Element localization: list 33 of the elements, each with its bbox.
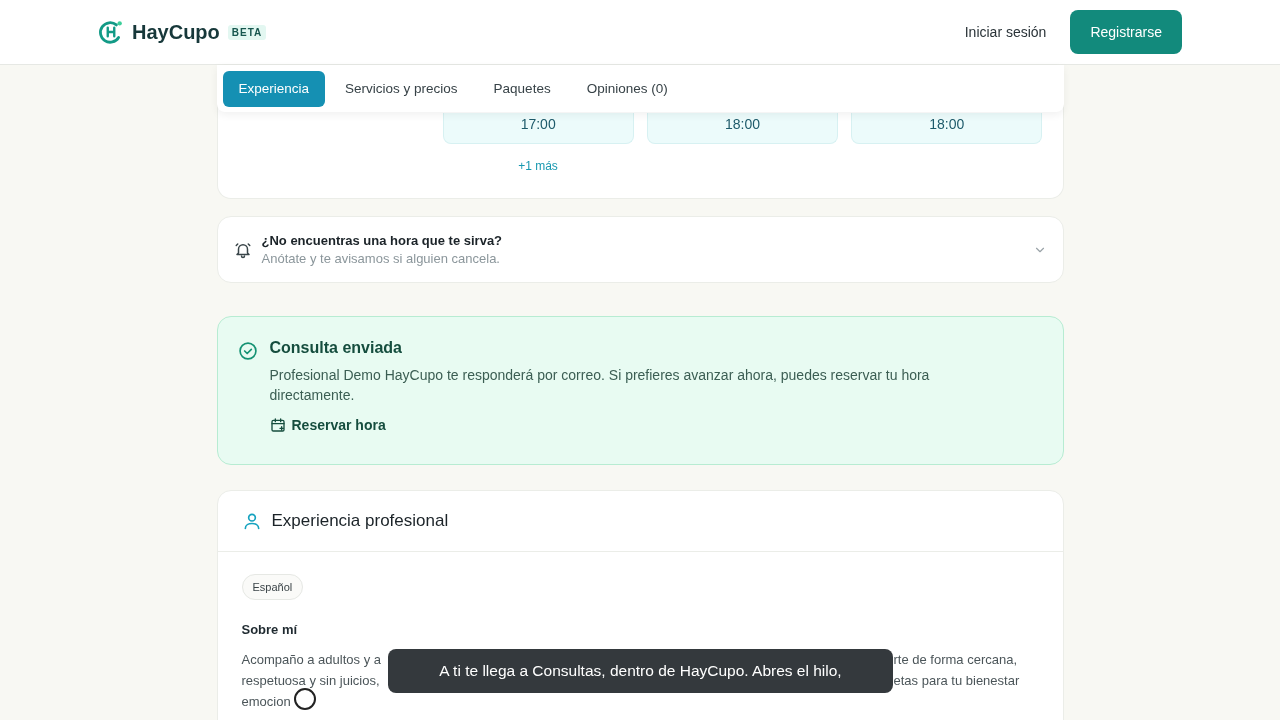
about-text: etas para tu bienestar — [893, 672, 1020, 690]
register-button[interactable]: Registrarse — [1070, 10, 1182, 54]
waitlist-title: ¿No encuentras una hora que te sirva? — [261, 233, 504, 248]
about-text: Acompaño a adultos y a — [241, 651, 381, 669]
check-circle-icon — [237, 341, 258, 361]
reserve-link[interactable]: Reservar hora — [269, 417, 386, 433]
about-heading: Sobre mí — [241, 622, 299, 637]
user-icon — [241, 511, 262, 531]
about-text: emocion — [241, 693, 291, 711]
bell-icon — [233, 240, 252, 259]
calendar-icon — [269, 417, 286, 433]
logo-text[interactable]: HayCupo — [132, 20, 220, 44]
about-text: rte de forma cercana, — [893, 651, 1018, 669]
notice-message: Profesional Demo HayCupo te responderá por correo. Si prefieres avanzar ahora, puedes reservar tu hora directamente. — [269, 366, 931, 405]
about-text: respetuosa y sin juicios, — [241, 672, 380, 690]
cursor-icon — [294, 688, 316, 710]
language-tag: Español — [241, 574, 304, 600]
time-slot-button[interactable]: 17:00 — [442, 113, 634, 144]
video-caption: A ti te llega a Consultas, dentro de HayCupo. Abres el hilo, — [388, 649, 893, 693]
tab[interactable]: Opiniones (0) — [570, 70, 684, 107]
logo-icon — [98, 19, 124, 45]
section-title: Experiencia profesional — [271, 511, 449, 531]
tab[interactable]: Paquetes — [477, 70, 567, 107]
more-link[interactable]: +1 más — [518, 159, 558, 173]
tab[interactable]: Servicios y precios — [329, 70, 474, 107]
notice-title: Consulta enviada — [269, 339, 403, 357]
login-link[interactable]: Iniciar sesión — [964, 24, 1047, 40]
waitlist-card[interactable]: ¿No encuentras una hora que te sirva? Anótate y te avisamos si alguien cancela. — [216, 216, 1064, 283]
waitlist-subtitle: Anótate y te avisamos si alguien cancela. — [261, 251, 501, 266]
time-slot-button[interactable]: 18:00 — [646, 113, 839, 144]
beta-badge: BETA — [227, 24, 267, 40]
tab[interactable]: Experiencia — [222, 70, 326, 107]
time-slot-button[interactable]: 18:00 — [851, 113, 1043, 144]
